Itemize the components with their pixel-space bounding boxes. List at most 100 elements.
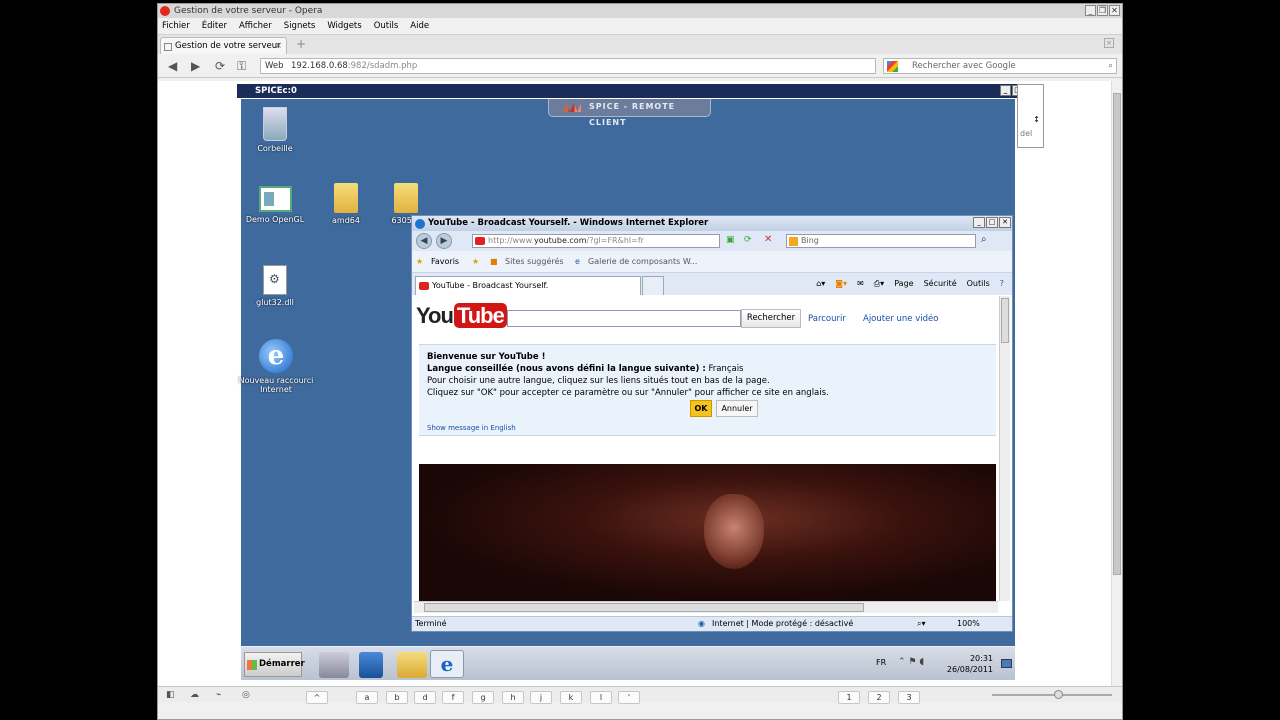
favoris-button[interactable]: Favoris — [431, 251, 459, 273]
ie-forward-icon[interactable]: ▶ — [436, 233, 452, 249]
menu-editer[interactable]: Éditer — [202, 18, 227, 34]
start-button[interactable]: Démarrer — [244, 652, 305, 677]
tab-close-icon[interactable]: × — [275, 38, 282, 55]
youtube-logo[interactable]: You Tube — [416, 303, 507, 329]
clock[interactable]: 20:31 26/08/2011 — [947, 653, 993, 675]
zoom-slider[interactable] — [992, 690, 1112, 699]
desktop-icon-demo-opengl[interactable]: Demo OpenGL — [239, 186, 311, 224]
mail-icon[interactable]: ✉ — [857, 276, 864, 292]
ie-search-icon[interactable]: ⌕ — [981, 234, 987, 245]
tray-icons[interactable]: ⌃ ⚑ ◖ — [898, 657, 924, 667]
ie-vertical-scrollbar[interactable] — [999, 296, 1010, 601]
restore-button[interactable]: ❐ — [1097, 5, 1108, 16]
key[interactable]: k — [560, 691, 582, 704]
key[interactable]: ^ — [306, 691, 328, 704]
home-icon[interactable]: ⌂▾ — [816, 276, 825, 292]
turbo-icon[interactable]: ⌁ — [216, 690, 221, 700]
forward-arrow-icon[interactable]: ▶ — [191, 59, 200, 73]
parcourir-link[interactable]: Parcourir — [808, 314, 846, 324]
page-scrollbar[interactable] — [1111, 81, 1122, 702]
ie-back-icon[interactable]: ◀ — [416, 233, 432, 249]
google-search-field[interactable]: Rechercher avec Google ⌕ — [883, 58, 1117, 74]
key[interactable]: h — [502, 691, 524, 704]
key[interactable]: j — [530, 691, 552, 704]
taskbar-ie-icon[interactable]: e — [430, 650, 464, 678]
ie-horizontal-scrollbar[interactable] — [414, 601, 998, 613]
ie-hscroll-thumb[interactable] — [424, 603, 864, 612]
ie-url-field[interactable]: http://www.youtube.com/?gl=FR&hl=fr — [472, 234, 720, 248]
menu-outils[interactable]: Outils — [374, 18, 399, 34]
annuler-button[interactable]: Annuler — [716, 400, 758, 417]
ie-vscroll-thumb[interactable] — [1001, 298, 1009, 343]
gallery-link[interactable]: Galerie de composants W... — [588, 251, 697, 273]
outils-menu[interactable]: Outils — [967, 276, 990, 292]
spice-minimize-button[interactable]: _ — [1000, 85, 1011, 96]
scrollbar-thumb[interactable] — [1113, 93, 1121, 575]
compat-view-icon[interactable]: ▣ — [726, 235, 735, 245]
key[interactable]: a — [356, 691, 378, 704]
language-indicator[interactable]: FR — [876, 658, 886, 667]
add-favorite-icon[interactable]: ★ — [472, 251, 479, 273]
key[interactable]: 1 — [838, 691, 860, 704]
tab-gestion-serveur[interactable]: Gestion de votre serveur × — [160, 37, 287, 55]
desktop-icon-raccourci-internet[interactable]: e Nouveau raccourci Internet — [236, 339, 316, 394]
ie-minimize-button[interactable]: _ — [973, 217, 985, 228]
close-button[interactable]: ✕ — [1109, 5, 1120, 16]
ie-stop-icon[interactable]: ✕ — [764, 234, 772, 245]
ie-refresh-icon[interactable]: ⟳ — [744, 235, 752, 245]
bing-search-field[interactable]: Bing — [786, 234, 976, 248]
desktop-icon-amd64[interactable]: amd64 — [310, 183, 382, 225]
featured-video-thumbnail[interactable] — [419, 464, 996, 601]
key[interactable]: 3 — [898, 691, 920, 704]
ie-close-button[interactable]: ✕ — [999, 217, 1011, 228]
menu-afficher[interactable]: Afficher — [239, 18, 272, 34]
key[interactable]: l — [590, 691, 612, 704]
youtube-search-input[interactable] — [507, 310, 741, 327]
closed-tabs-icon[interactable]: × — [1104, 38, 1114, 48]
key-icon[interactable]: ⚿ — [237, 59, 246, 74]
key[interactable]: 2 — [868, 691, 890, 704]
powershell-icon[interactable] — [359, 652, 383, 678]
minimize-button[interactable]: _ — [1085, 5, 1096, 16]
securite-menu[interactable]: Sécurité — [924, 276, 957, 292]
ie-window-controls: _ □ ✕ — [973, 217, 1011, 228]
desktop-icon-label: glut32.dll — [256, 298, 294, 307]
unite-icon[interactable]: ☁ — [190, 690, 199, 700]
page-menu[interactable]: Page — [894, 276, 913, 292]
address-field[interactable]: Web 192.168.0.68:982/sdadm.php — [260, 58, 876, 74]
print-icon[interactable]: ⎙▾ — [874, 276, 884, 292]
ie-maximize-button[interactable]: □ — [986, 217, 998, 228]
help-icon[interactable]: ? — [1000, 276, 1004, 292]
zoom-icon[interactable]: ⌕▾ — [917, 617, 926, 631]
upload-video-link[interactable]: Ajouter une vidéo — [863, 314, 938, 324]
explorer-folder-icon[interactable] — [397, 652, 427, 678]
desktop-icon-corbeille[interactable]: Corbeille — [239, 107, 311, 153]
key[interactable]: g — [472, 691, 494, 704]
desktop-icon-glut32[interactable]: glut32.dll — [239, 265, 311, 307]
key[interactable]: d — [414, 691, 436, 704]
ie-tab-youtube[interactable]: YouTube - Broadcast Yourself. — [415, 276, 641, 295]
menu-aide[interactable]: Aide — [410, 18, 429, 34]
menu-signets[interactable]: Signets — [284, 18, 316, 34]
back-arrow-icon[interactable]: ◀ — [168, 59, 177, 73]
youtube-search-button[interactable]: Rechercher — [741, 309, 801, 328]
view-icon[interactable]: ◎ — [242, 690, 250, 700]
menu-fichier[interactable]: Fichier — [162, 18, 190, 34]
key[interactable]: f — [442, 691, 464, 704]
new-tab-button[interactable]: + — [296, 37, 306, 51]
zoom-level[interactable]: 100% — [957, 617, 980, 631]
ie-new-tab-button[interactable] — [642, 276, 664, 295]
menu-widgets[interactable]: Widgets — [327, 18, 361, 34]
key[interactable]: b — [386, 691, 408, 704]
rss-icon[interactable]: ◙▾ — [835, 276, 847, 292]
show-english-link[interactable]: Show message in English — [427, 422, 516, 434]
server-manager-icon[interactable] — [319, 652, 349, 678]
key[interactable]: ' — [618, 691, 640, 704]
search-icon[interactable]: ⌕ — [1108, 59, 1113, 73]
suggested-sites-link[interactable]: Sites suggérés — [505, 251, 564, 273]
show-desktop-icon[interactable] — [1001, 659, 1012, 668]
reload-icon[interactable]: ⟳ — [215, 59, 225, 73]
panel-toggle-icon[interactable]: ◧ — [166, 690, 175, 700]
ok-button[interactable]: OK — [690, 400, 712, 417]
zoom-knob[interactable] — [1054, 690, 1063, 699]
